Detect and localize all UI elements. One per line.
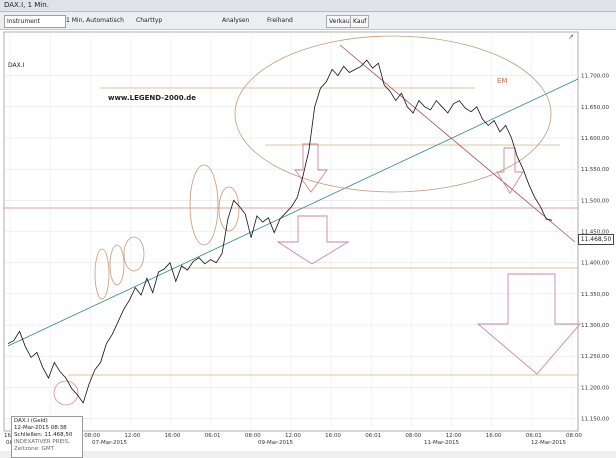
x-tick-label: 12:00 — [446, 433, 462, 439]
y-tick-label: 11.550,00 — [581, 167, 609, 173]
y-tick-label: 11.150,00 — [581, 417, 609, 423]
x-tick-label: 08:00 — [84, 433, 100, 439]
infobox-close-label: Schließen: — [14, 432, 43, 438]
x-tick-label: 08:00 — [566, 433, 582, 439]
watermark-text: www.LEGEND-2000.de — [108, 94, 196, 102]
x-tick-label: 06:01 — [365, 433, 381, 439]
expand-icon: ↗ — [568, 33, 574, 41]
chart-area[interactable]: 11.700,00 11.650,00 11.600,00 11.550,00 11.5… — [0, 30, 616, 458]
grid-lines — [4, 32, 578, 431]
last-price-box: 11.468,50 — [578, 234, 614, 245]
charttype-menu[interactable]: Charttyp — [136, 15, 162, 26]
x-tick-label: 06:01 — [205, 433, 221, 439]
y-tick-label: 11.600,00 — [581, 136, 609, 142]
infobox-close-value: 11.468,50 — [44, 432, 73, 438]
y-tick-label: 11.250,00 — [581, 354, 609, 360]
chart-instrument-label: DAX.I — [8, 62, 25, 69]
x-date-label: 09-Mar-2015 — [258, 440, 293, 446]
x-tick-label: 16:00 — [325, 433, 341, 439]
crosshair-infobox: DAX.I (Geld) 12-Mar-2015 08:38 Schließen… — [11, 416, 83, 458]
freehand-menu[interactable]: Freihand — [267, 15, 293, 26]
infobox-close: Schließen: 11.468,50 — [14, 432, 80, 439]
x-date-label: 12-Mar-2015 — [531, 440, 566, 446]
window-title: DAX.I, 1 Min. — [4, 1, 49, 9]
x-tick-label: 16:00 — [486, 433, 502, 439]
y-tick-label: 11.300,00 — [581, 323, 609, 329]
x-tick-label: 08:00 — [405, 433, 421, 439]
x-tick-label: 08:00 — [245, 433, 261, 439]
y-tick-label: 11.500,00 — [581, 198, 609, 204]
instrument-input[interactable]: Instrument — [4, 15, 66, 28]
infobox-title: DAX.I (Geld) — [14, 418, 48, 424]
title-bar: DAX.I, 1 Min. — [0, 0, 616, 12]
infobox-date: 12-Mar-2015 08:38 — [14, 425, 67, 431]
y-axis-labels: 11.700,00 11.650,00 11.600,00 11.550,00 11.5… — [581, 74, 609, 423]
x-date-label: 07-Mar-2015 — [92, 440, 127, 446]
interval-selector[interactable]: 1 Min, Automatisch — [66, 15, 124, 26]
x-tick-label: 06:01 — [526, 433, 542, 439]
y-tick-label: 11.650,00 — [581, 105, 609, 111]
x-tick-label: 12:00 — [124, 433, 140, 439]
analysis-menu[interactable]: Analysen — [222, 15, 249, 26]
y-tick-label: 11.200,00 — [581, 385, 609, 391]
x-date-label: 11-Mar-2015 — [424, 440, 459, 446]
x-axis-labels: 16:00 06:01 08:00 12:00 16:00 06:01 08:00 12:00… — [4, 433, 582, 446]
y-tick-label: 11.350,00 — [581, 292, 609, 298]
y-tick-label: 11.400,00 — [581, 261, 609, 267]
buy-button[interactable]: Kauf — [350, 15, 370, 28]
annotation-em: EM — [497, 77, 508, 85]
toolbar: Instrument 1 Min, Automatisch Charttyp A… — [0, 12, 616, 30]
y-tick-label: 11.700,00 — [581, 74, 609, 80]
x-tick-label: 16:00 — [165, 433, 181, 439]
x-tick-label: 12:00 — [285, 433, 301, 439]
